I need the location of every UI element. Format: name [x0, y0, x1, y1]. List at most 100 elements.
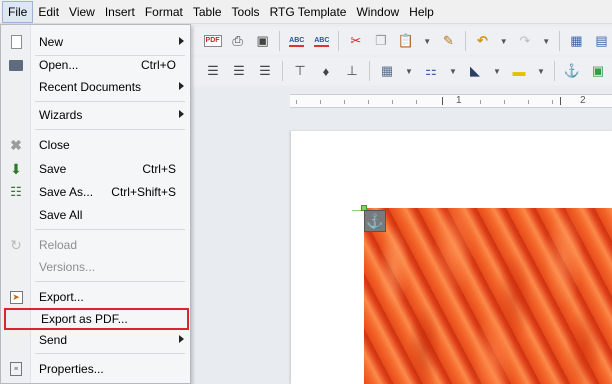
chevron-down-icon: ▼ [499, 36, 508, 46]
align-bottom-icon: ⊥ [346, 63, 358, 78]
align-middle-button[interactable]: ♦ [315, 60, 337, 82]
navigator-button[interactable]: ▤ [591, 30, 612, 52]
menu-view[interactable]: View [64, 1, 100, 23]
border-style-dropdown[interactable]: ▼ [446, 60, 460, 82]
menu-item-reload[interactable]: ↻ Reload [1, 234, 190, 256]
print-preview-icon: ▣ [256, 33, 269, 48]
borders-button[interactable]: ▦ [376, 60, 398, 82]
menu-item-export[interactable]: ➤ Export... [1, 286, 190, 308]
menu-format[interactable]: Format [140, 1, 188, 23]
border-style-button[interactable]: ⚏ [420, 60, 442, 82]
menu-item-close[interactable]: ✖ Close [1, 134, 190, 156]
redo-dropdown[interactable]: ▼ [540, 30, 553, 52]
ruler-tick [344, 100, 345, 104]
align-left-button[interactable]: ☰ [202, 60, 224, 82]
wrap-button[interactable]: ▣ [587, 60, 609, 82]
print-button[interactable]: ⎙ [227, 30, 248, 52]
borders-icon: ▦ [380, 63, 394, 78]
menu-item-open[interactable]: Open... Ctrl+O [1, 54, 190, 76]
autospellcheck-button[interactable]: ABC [311, 30, 332, 52]
toolbar-separator [369, 61, 370, 81]
ruler-tick [528, 100, 529, 104]
align-center-button[interactable]: ☰ [228, 60, 250, 82]
anchor-icon[interactable]: ⚓ [364, 210, 386, 232]
menu-item-wizards[interactable]: Wizards [1, 104, 190, 126]
file-menu-dropdown: New Open... Ctrl+O Recent Documents Wiza… [0, 24, 191, 384]
menu-edit[interactable]: Edit [33, 1, 64, 23]
menu-item-save-all[interactable]: Save All [1, 204, 190, 226]
undo-dropdown[interactable]: ▼ [497, 30, 510, 52]
print-preview-button[interactable]: ▣ [252, 30, 273, 52]
cut-button[interactable]: ✂ [345, 30, 366, 52]
ruler-tab-stop[interactable] [560, 97, 561, 105]
menu-item-label: Export as PDF... [41, 312, 128, 326]
paste-dropdown[interactable]: ▼ [421, 30, 434, 52]
align-top-button[interactable]: ⊤ [289, 60, 311, 82]
menu-item-new[interactable]: New [1, 31, 190, 53]
menu-item-label: Open... [39, 58, 79, 72]
menu-separator [35, 229, 185, 230]
border-color-dropdown[interactable]: ▼ [490, 60, 504, 82]
menu-item-label: Save As... [39, 185, 94, 199]
undo-icon: ↶ [477, 33, 488, 48]
menu-item-label: Save All [39, 208, 83, 222]
clone-formatting-button[interactable]: ✎ [438, 30, 459, 52]
menu-insert[interactable]: Insert [100, 1, 140, 23]
spellcheck-button[interactable]: ABC [286, 30, 307, 52]
redo-button[interactable]: ↷ [514, 30, 535, 52]
menu-separator [35, 353, 185, 354]
flower-image[interactable] [364, 208, 612, 384]
copy-button[interactable]: ❐ [370, 30, 391, 52]
menu-item-send[interactable]: Send [1, 329, 190, 351]
menu-item-label: Recent Documents [39, 80, 142, 94]
anchor-button[interactable]: ⚓ [561, 60, 583, 82]
toolbar-separator [338, 31, 340, 51]
align-left-icon: ☰ [207, 63, 219, 78]
menu-help[interactable]: Help [404, 1, 439, 23]
ruler-tick [504, 100, 505, 104]
menu-item-save-as[interactable]: ☷ Save As... Ctrl+Shift+S [1, 181, 190, 203]
anchor-icon: ⚓ [563, 63, 581, 78]
chevron-down-icon: ▼ [423, 36, 432, 46]
menu-table[interactable]: Table [188, 1, 227, 23]
ruler-tick [320, 100, 321, 104]
toolbar-separator [279, 31, 281, 51]
menu-item-recent-documents[interactable]: Recent Documents [1, 76, 190, 98]
menu-item-label: New [39, 35, 64, 49]
table-icon: ▦ [570, 33, 583, 48]
chevron-down-icon: ▼ [537, 66, 545, 76]
table-button[interactable]: ▦ [566, 30, 587, 52]
horizontal-ruler[interactable]: 1 2 [290, 94, 612, 108]
align-middle-icon: ♦ [322, 63, 330, 79]
undo-button[interactable]: ↶ [472, 30, 493, 52]
menu-item-label: Export... [39, 290, 84, 304]
menu-item-save[interactable]: ⬇ Save Ctrl+S [1, 158, 190, 180]
menu-file[interactable]: File [2, 0, 34, 23]
toolbar-separator [282, 61, 283, 81]
paintbrush-icon: ✎ [443, 33, 454, 48]
chevron-down-icon: ▼ [542, 36, 551, 46]
border-style-icon: ⚏ [425, 63, 437, 78]
paste-icon: 📋 [397, 33, 415, 48]
borders-dropdown[interactable]: ▼ [402, 60, 416, 82]
menu-item-properties[interactable]: ≡ Properties... [1, 358, 190, 380]
ruler-tab-stop[interactable] [442, 97, 443, 105]
align-right-button[interactable]: ☰ [254, 60, 276, 82]
border-color-button[interactable]: ◣ [464, 60, 486, 82]
menu-item-label: Save [39, 162, 67, 176]
export-pdf-toolbar-button[interactable]: PDF [202, 30, 223, 52]
ruler-tick [416, 100, 417, 104]
paste-button[interactable]: 📋 [395, 30, 416, 52]
toolbar-separator [554, 61, 555, 81]
new-document-icon [8, 34, 24, 50]
background-color-dropdown[interactable]: ▼ [534, 60, 548, 82]
background-color-button[interactable]: ▬ [508, 60, 530, 82]
highlight-color-icon: ▬ [512, 63, 526, 79]
menu-rtg-template[interactable]: RTG Template [265, 1, 352, 23]
menu-tools[interactable]: Tools [227, 1, 265, 23]
align-bottom-button[interactable]: ⊥ [341, 60, 363, 82]
align-center-icon: ☰ [233, 63, 245, 78]
menu-item-versions[interactable]: Versions... [1, 256, 190, 278]
menu-item-export-as-pdf[interactable]: Export as PDF... [4, 308, 189, 330]
menu-window[interactable]: Window [351, 1, 404, 23]
